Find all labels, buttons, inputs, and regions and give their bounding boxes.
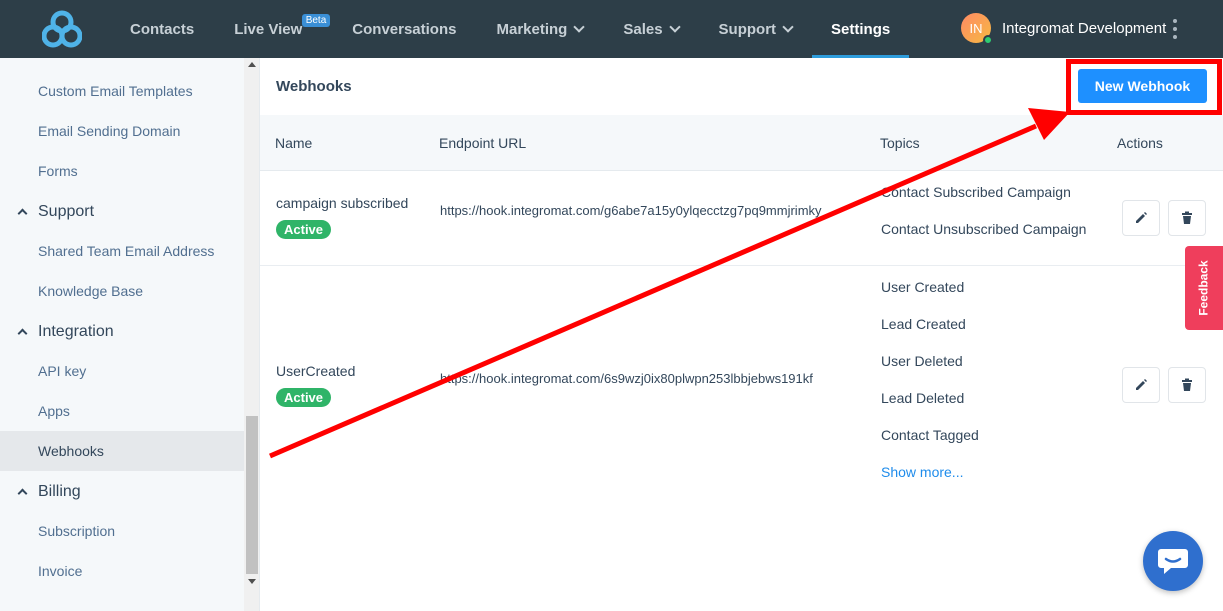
column-header-name: Name [275,135,313,151]
topic-item: Lead Created [881,316,966,332]
webhook-name-cell: UserCreated Active [276,363,355,407]
delete-webhook-button[interactable] [1168,367,1206,403]
nav-contacts[interactable]: Contacts [110,0,214,58]
sidebar-item-apps[interactable]: Apps [0,391,244,431]
table-header: Name Endpoint URL Topics Actions [260,115,1223,171]
account-name: Integromat Development [1002,19,1167,37]
scroll-down-icon[interactable] [248,579,256,584]
settings-sidebar: Custom Email Templates Email Sending Dom… [0,58,260,611]
topic-item: User Created [881,279,965,295]
topic-item: User Deleted [881,353,963,369]
sidebar-item-shared-team-email[interactable]: Shared Team Email Address [0,231,244,271]
sidebar-item-subscription[interactable]: Subscription [0,511,244,551]
status-badge: Active [276,388,332,407]
sidebar-item-webhooks[interactable]: Webhooks [0,431,244,471]
pencil-icon [1136,212,1147,223]
topic-item: Contact Subscribed Campaign [881,184,1071,200]
chevron-up-icon [17,208,28,219]
sidebar-item-email-sending-domain[interactable]: Email Sending Domain [0,111,244,151]
online-status-icon [983,35,993,45]
topics-list: User Created Lead Created User Deleted L… [881,279,979,480]
beta-badge: Beta [301,14,331,27]
trash-icon [1182,211,1192,224]
scrollbar-thumb[interactable] [246,416,258,574]
page-title: Webhooks [276,78,352,95]
show-more-link[interactable]: Show more... [881,464,979,480]
nav-support[interactable]: Support [699,0,813,58]
column-header-endpoint: Endpoint URL [439,135,527,151]
webhook-name: campaign subscribed [276,195,409,211]
chevron-down-icon [573,20,586,33]
avatar: IN [961,13,993,45]
table-row: campaign subscribed Active https://hook.… [260,172,1223,266]
sidebar-item-knowledge-base[interactable]: Knowledge Base [0,271,244,311]
table-row: UserCreated Active https://hook.integrom… [260,267,1223,507]
chevron-up-icon [17,328,28,339]
column-header-topics: Topics [880,135,920,151]
nav-live-view[interactable]: Live View Beta [214,0,332,58]
status-badge: Active [276,220,332,239]
pencil-icon [1136,379,1147,390]
top-navigation: Contacts Live View Beta Conversations Mar… [0,0,1223,58]
chevron-down-icon [668,20,681,33]
edit-webhook-button[interactable] [1122,367,1160,403]
trash-icon [1182,378,1192,391]
nav-marketing[interactable]: Marketing [476,0,603,58]
topic-item: Lead Deleted [881,390,965,406]
chat-bubble-icon [1158,549,1188,574]
delete-webhook-button[interactable] [1168,200,1206,236]
new-webhook-button[interactable]: New Webhook [1078,69,1207,103]
nav-sales[interactable]: Sales [603,0,698,58]
sidebar-section-integration[interactable]: Integration [0,312,244,352]
account-menu[interactable]: IN Integromat Development [961,13,1167,45]
sidebar-section-billing[interactable]: Billing [0,472,244,512]
sidebar-item-invoice[interactable]: Invoice [0,551,244,591]
chat-widget-button[interactable] [1143,531,1203,591]
scroll-up-icon[interactable] [248,62,256,67]
webhook-name-cell: campaign subscribed Active [276,195,408,239]
sidebar-item-forms[interactable]: Forms [0,151,244,191]
endpoint-url: https://hook.integromat.com/6s9wzj0ix80p… [440,371,813,386]
topic-item: Contact Tagged [881,427,979,443]
webhook-name: UserCreated [276,363,356,379]
sidebar-section-support[interactable]: Support [0,192,244,232]
nav-settings[interactable]: Settings [812,0,910,58]
webhooks-panel: Webhooks New Webhook Name Endpoint URL T… [260,58,1223,611]
chevron-up-icon [17,488,28,499]
chevron-down-icon [782,20,794,33]
column-header-actions: Actions [1117,135,1163,151]
feedback-tab[interactable]: Feedback [1185,246,1223,330]
topics-list: Contact Subscribed Campaign Contact Unsu… [881,184,1086,258]
sidebar-item-custom-email-templates[interactable]: Custom Email Templates [0,71,244,111]
sidebar-item-api-key[interactable]: API key [0,351,244,391]
endpoint-url: https://hook.integromat.com/g6abe7a15y0y… [440,203,822,218]
nav-conversations[interactable]: Conversations [332,0,476,58]
hubspot-logo-icon[interactable] [42,10,82,48]
topic-item: Contact Unsubscribed Campaign [881,221,1087,237]
edit-webhook-button[interactable] [1122,200,1160,236]
more-options-icon[interactable] [1170,19,1180,39]
